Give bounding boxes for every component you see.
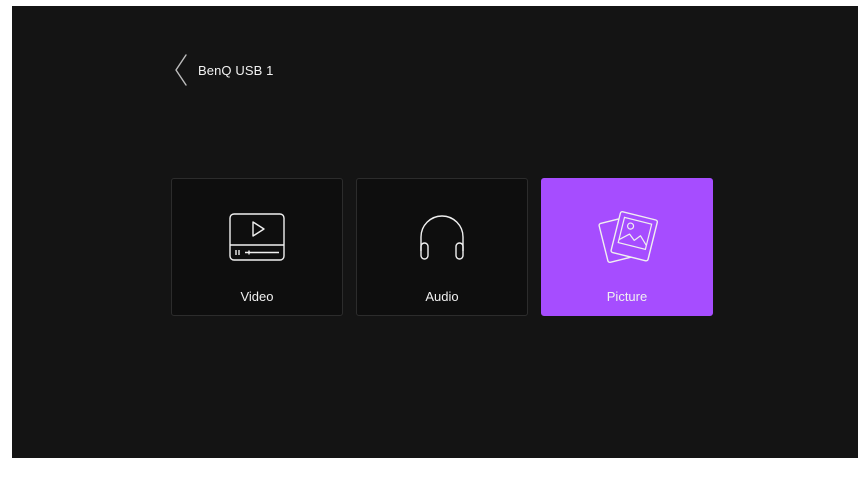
video-tile[interactable]: Video [171,178,343,316]
source-title: BenQ USB 1 [198,62,274,78]
audio-tile-label: Audio [425,289,459,304]
picture-tile[interactable]: Picture [541,178,713,316]
chevron-left-icon [174,53,188,87]
media-source-screen: BenQ USB 1 Video Audio Picture [12,6,858,458]
video-player-icon [225,205,289,269]
audio-tile[interactable]: Audio [356,178,528,316]
back-button[interactable]: BenQ USB 1 [174,52,273,88]
video-tile-label: Video [240,289,274,304]
headphones-icon [410,205,474,269]
picture-tile-label: Picture [606,289,648,304]
photos-icon [595,205,659,269]
